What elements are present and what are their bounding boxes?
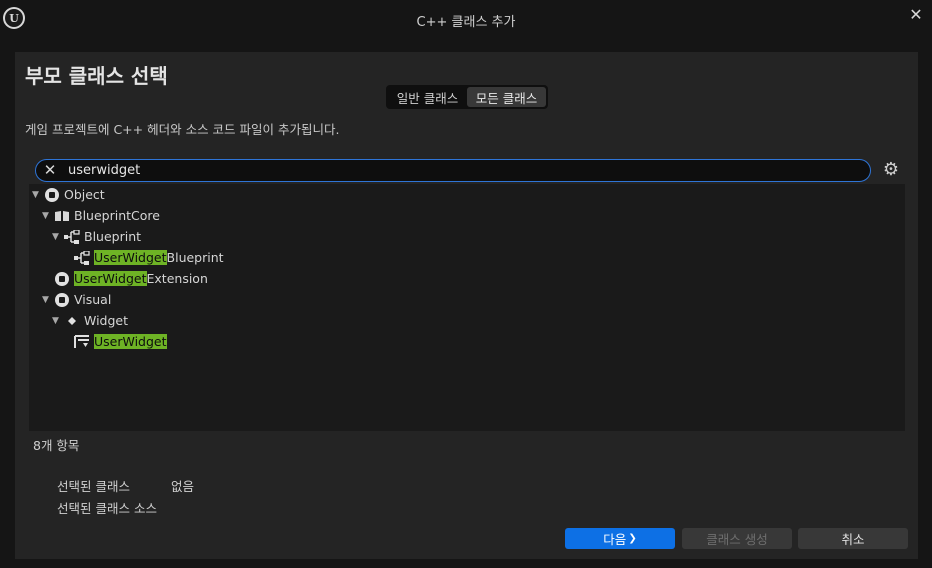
expand-arrow-icon[interactable]: ▼: [52, 316, 62, 326]
page-title: 부모 클래스 선택: [25, 64, 168, 88]
tab-all-classes[interactable]: 모든 클래스: [467, 87, 546, 107]
chevron-right-icon: ❯: [628, 533, 637, 544]
tree-item-visual[interactable]: ▼ Visual: [42, 289, 111, 310]
user-widget-icon: [74, 334, 90, 350]
tree-item-userwidgetblueprint[interactable]: UserWidget Blueprint: [74, 247, 224, 268]
search-match-highlight: UserWidget: [74, 271, 147, 286]
tree-item-label: Widget: [84, 313, 129, 328]
title-bar: U C++ 클래스 추가 ✕: [0, 0, 932, 38]
tree-item-label: Object: [64, 187, 105, 202]
clear-search-icon[interactable]: ✕: [40, 161, 60, 181]
next-button-label: 다음: [603, 532, 627, 547]
tree-item-label: Blueprint: [84, 229, 142, 244]
class-tree: ▼ Object ▼ BlueprintCore ▼ Blueprint Use…: [29, 184, 905, 431]
item-count: 8개 항목: [33, 438, 80, 453]
blueprint-node-icon: [74, 250, 90, 266]
tree-item-blueprint[interactable]: ▼ Blueprint: [52, 226, 141, 247]
search-input[interactable]: [68, 163, 858, 178]
tree-item-blueprintcore[interactable]: ▼ BlueprintCore: [42, 205, 160, 226]
search-field[interactable]: ✕: [35, 159, 871, 182]
dialog-panel: 부모 클래스 선택 일반 클래스 모든 클래스 게임 프로젝트에 C++ 헤더와…: [15, 52, 918, 559]
tree-item-label-rest: Extension: [146, 271, 208, 286]
class-circle-icon: [54, 271, 70, 287]
book-icon: [54, 208, 70, 224]
search-match-highlight: UserWidget: [94, 250, 167, 265]
selected-class-source-label: 선택된 클래스 소스: [57, 501, 157, 516]
close-icon[interactable]: ✕: [906, 5, 926, 25]
tree-item-widget[interactable]: ▼ Widget: [52, 310, 128, 331]
tree-item-label: Visual: [74, 292, 112, 307]
expand-arrow-icon[interactable]: ▼: [42, 295, 52, 305]
expand-arrow-icon[interactable]: ▼: [52, 232, 62, 242]
tab-common-classes[interactable]: 일반 클래스: [388, 87, 467, 107]
class-circle-icon: [44, 187, 60, 203]
description-text: 게임 프로젝트에 C++ 헤더와 소스 코드 파일이 추가됩니다.: [25, 122, 340, 137]
selected-class-label: 선택된 클래스: [57, 479, 130, 494]
tree-item-userwidget[interactable]: UserWidget: [74, 331, 167, 352]
cancel-button[interactable]: 취소: [798, 528, 908, 549]
window-title: C++ 클래스 추가: [416, 15, 516, 30]
gear-icon[interactable]: ⚙: [881, 160, 901, 180]
expand-arrow-icon[interactable]: ▼: [42, 211, 52, 221]
class-circle-icon: [54, 292, 70, 308]
expand-arrow-icon[interactable]: ▼: [32, 190, 42, 200]
selected-class-value: 없음: [171, 479, 195, 494]
tree-item-object[interactable]: ▼ Object: [32, 184, 105, 205]
class-filter-toggle: 일반 클래스 모든 클래스: [386, 85, 548, 109]
create-class-button[interactable]: 클래스 생성: [682, 528, 792, 549]
blueprint-node-icon: [64, 229, 80, 245]
search-match-highlight: UserWidget: [94, 334, 167, 349]
tree-item-label-rest: Blueprint: [166, 250, 224, 265]
next-button[interactable]: 다음 ❯: [565, 528, 675, 549]
tree-item-label: BlueprintCore: [74, 208, 160, 223]
diamond-dot-icon: [64, 313, 80, 329]
tree-item-userwidgetextension[interactable]: UserWidget Extension: [54, 268, 208, 289]
